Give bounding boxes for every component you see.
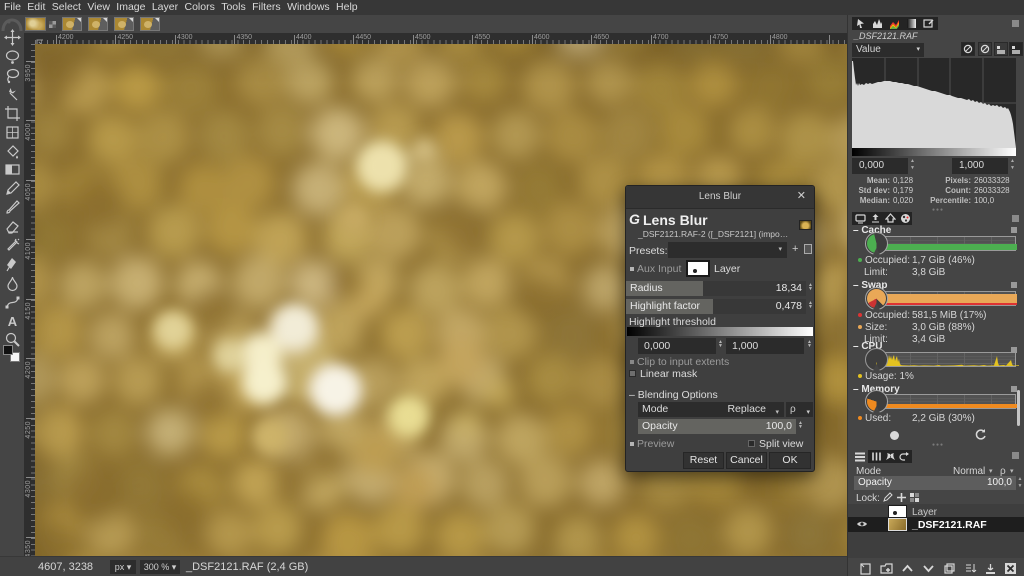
svg-text:A: A — [8, 314, 18, 329]
